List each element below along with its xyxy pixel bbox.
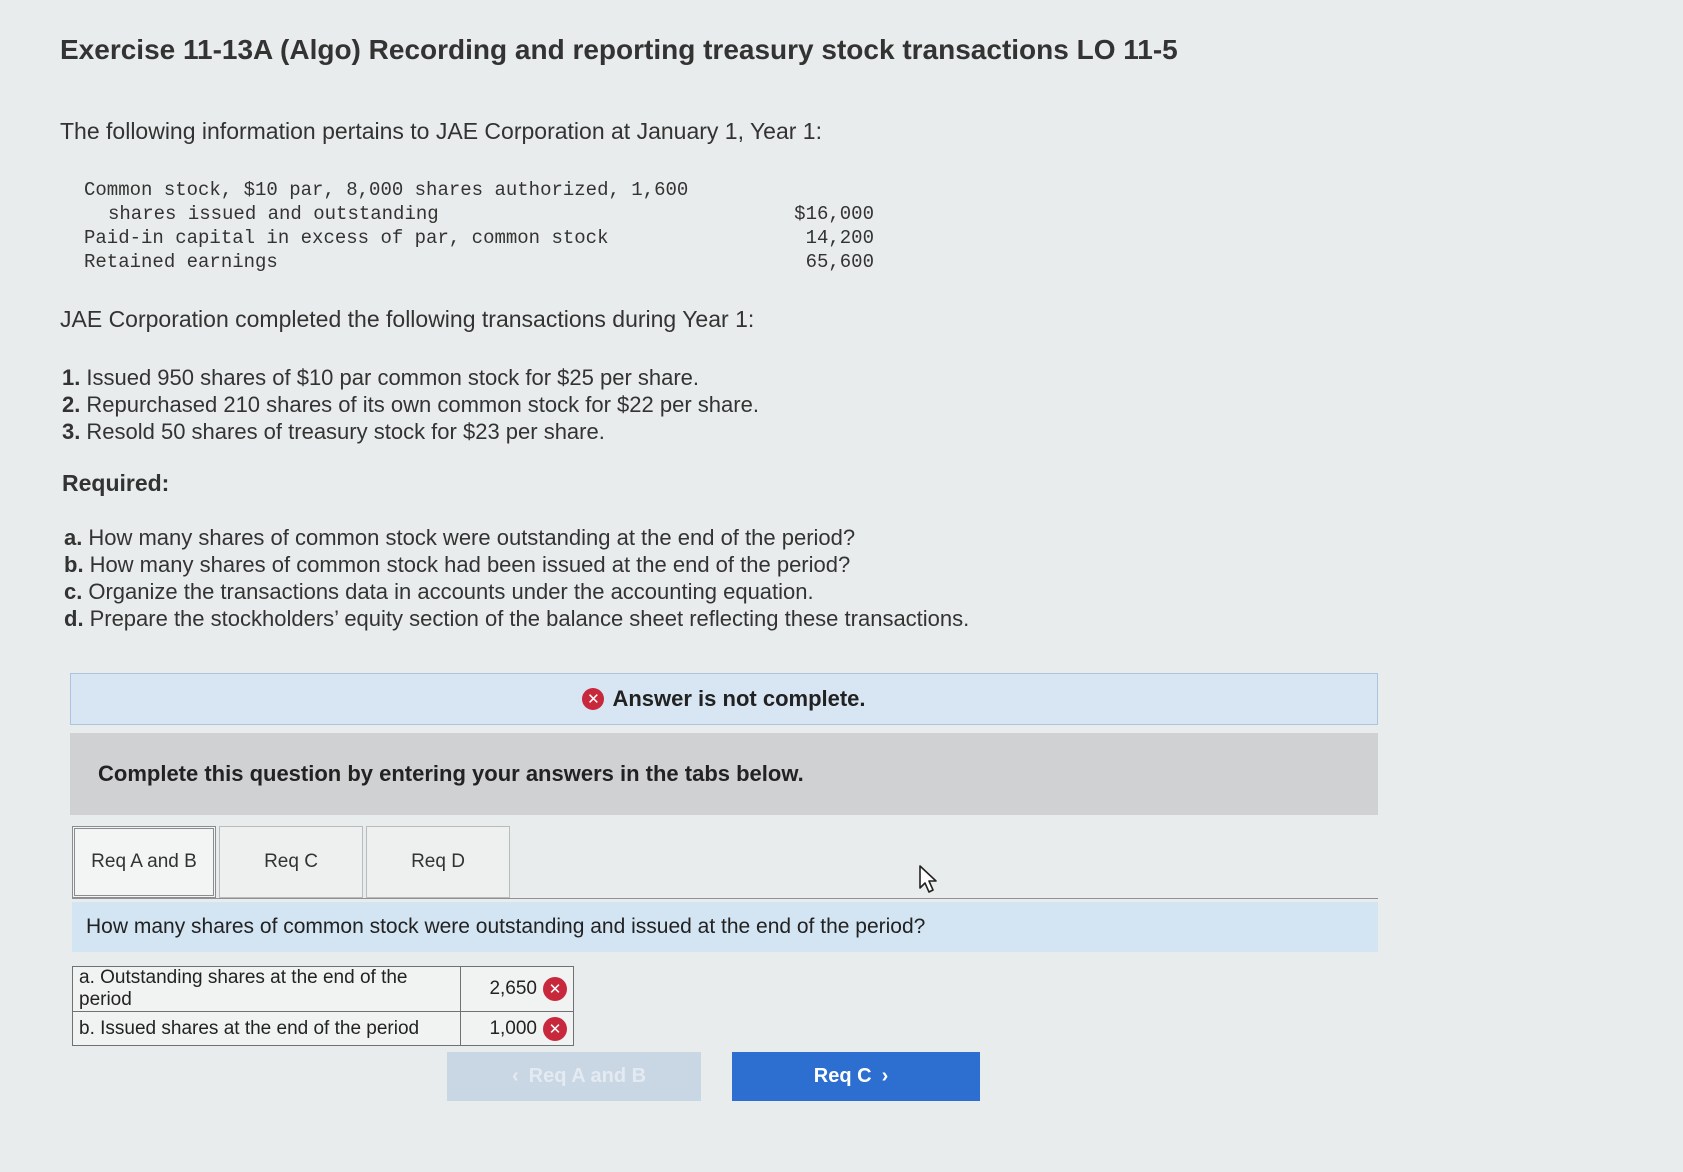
status-banner: ✕ Answer is not complete. (70, 673, 1378, 725)
item-text: Organize the transactions data in accoun… (88, 579, 814, 604)
next-button[interactable]: Req C › (732, 1052, 980, 1101)
item-text: How many shares of common stock had been… (89, 552, 851, 577)
prev-label: Req A and B (528, 1065, 647, 1087)
page-title: Exercise 11-13A (Algo) Recording and rep… (60, 34, 1178, 65)
list-item: c. Organize the transactions data in acco… (64, 578, 969, 605)
list-item: d. Prepare the stockholders’ equity secti… (64, 605, 969, 632)
ledger-row: Common stock, $10 par, 8,000 shares auth… (84, 178, 874, 202)
tab-label: Req C (264, 851, 318, 872)
list-item: 3. Resold 50 shares of treasury stock for… (62, 418, 759, 445)
chevron-right-icon: › (881, 1065, 889, 1087)
answer-value: 1,000 (489, 1017, 537, 1039)
item-number: 3. (62, 419, 81, 444)
item-text: Prepare the stockholders’ equity section… (89, 606, 970, 631)
ledger-row: Paid-in capital in excess of par, common… (84, 226, 874, 250)
incorrect-icon: ✕ (543, 977, 567, 1001)
prev-button[interactable]: ‹ Req A and B (447, 1052, 701, 1101)
item-letter: a. (64, 525, 83, 550)
ledger-amount: 65,600 (805, 251, 874, 273)
list-item: 1. Issued 950 shares of $10 par common st… (62, 364, 759, 391)
item-letter: d. (64, 606, 84, 631)
ledger-label: Retained earnings (84, 251, 278, 273)
question-text: How many shares of common stock were out… (86, 915, 926, 938)
item-letter: b. (64, 552, 84, 577)
answer-label: b. Issued shares at the end of the perio… (72, 1011, 461, 1046)
instruction-box: Complete this question by entering your … (70, 733, 1378, 815)
table-row: b. Issued shares at the end of the perio… (72, 1011, 574, 1046)
status-text: Answer is not complete. (612, 686, 866, 711)
tab-label: Req D (411, 851, 465, 872)
intro-text: The following information pertains to JA… (60, 118, 822, 144)
issued-shares-input[interactable]: 1,000 ✕ (460, 1011, 574, 1046)
ledger-row: Retained earnings 65,600 (84, 250, 874, 274)
question-prompt: How many shares of common stock were out… (72, 902, 1378, 952)
x-circle-icon: ✕ (582, 688, 605, 710)
tab-req-d[interactable]: Req D (366, 826, 510, 898)
opening-balances: Common stock, $10 par, 8,000 shares auth… (84, 178, 874, 274)
requirement-list: a. How many shares of common stock were o… (64, 524, 969, 632)
tab-bar: Req A and B Req C Req D (72, 826, 513, 898)
incorrect-icon: ✕ (543, 1016, 567, 1041)
list-item: 2. Repurchased 210 shares of its own comm… (62, 391, 759, 418)
item-text: Issued 950 shares of $10 par common stoc… (86, 365, 700, 390)
item-number: 2. (62, 392, 81, 417)
item-letter: c. (64, 579, 83, 604)
list-item: a. How many shares of common stock were o… (64, 524, 969, 551)
answer-label: a. Outstanding shares at the end of the … (72, 966, 461, 1012)
tab-req-c[interactable]: Req C (219, 826, 363, 898)
outstanding-shares-input[interactable]: 2,650 ✕ (460, 966, 574, 1012)
ledger-amount: $16,000 (794, 203, 874, 225)
next-label: Req C (813, 1065, 872, 1087)
table-row: a. Outstanding shares at the end of the … (72, 966, 574, 1012)
item-number: 1. (62, 365, 81, 390)
required-heading: Required: (62, 470, 170, 496)
ledger-row: shares issued and outstanding $16,000 (84, 202, 874, 226)
answer-value: 2,650 (489, 978, 537, 1000)
ledger-label: Common stock, $10 par, 8,000 shares auth… (84, 179, 689, 201)
item-text: How many shares of common stock were out… (88, 525, 856, 550)
instruction-text: Complete this question by entering your … (98, 761, 804, 786)
answer-table: a. Outstanding shares at the end of the … (72, 966, 574, 1046)
tab-divider (72, 898, 1378, 899)
ledger-label: Paid-in capital in excess of par, common… (84, 227, 609, 249)
transaction-list: 1. Issued 950 shares of $10 par common st… (62, 364, 759, 445)
chevron-left-icon: ‹ (511, 1065, 519, 1087)
ledger-label: shares issued and outstanding (108, 203, 439, 225)
item-text: Resold 50 shares of treasury stock for $… (86, 419, 605, 444)
tab-label: Req A and B (91, 851, 197, 872)
mouse-pointer-icon (919, 865, 937, 893)
tab-req-a-and-b[interactable]: Req A and B (72, 826, 216, 898)
ledger-amount: 14,200 (805, 227, 874, 249)
item-text: Repurchased 210 shares of its own common… (86, 392, 759, 417)
list-item: b. How many shares of common stock had be… (64, 551, 969, 578)
transactions-intro: JAE Corporation completed the following … (60, 306, 755, 332)
